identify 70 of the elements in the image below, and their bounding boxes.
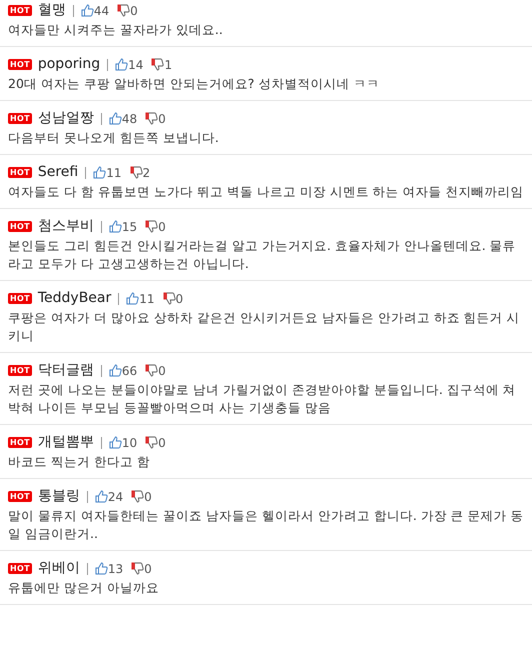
- thumbs-up-icon[interactable]: [115, 58, 128, 71]
- thumbs-up-icon[interactable]: [94, 562, 108, 575]
- like-count: 48: [122, 110, 138, 128]
- hot-badge: HOT: [8, 437, 32, 448]
- hot-badge: HOT: [8, 221, 32, 232]
- comment-text: 본인들도 그리 힘든건 안시킬거라는걸 알고 가는거지요. 효율자체가 안나올텐데요. 물류라고 모두가 다 고생고생하는건 아닙니다.: [8, 237, 517, 273]
- author-name: 통블링: [38, 487, 80, 506]
- dislike-count: 0: [144, 560, 152, 578]
- author-name: 위베이: [38, 559, 80, 578]
- thumbs-up-icon[interactable]: [108, 220, 122, 233]
- comment-text: 여자들만 시켜주는 꿀자라가 있데요..: [8, 21, 224, 39]
- author-name: 개털뽐뿌: [38, 433, 94, 452]
- author-name: 닥터글램: [38, 361, 94, 380]
- dislike-count: 2: [142, 164, 150, 182]
- comment-text: 유툽에만 많은거 아닐까요: [8, 579, 160, 597]
- dislike-count: 0: [158, 362, 166, 380]
- dislike-count: 0: [158, 434, 166, 452]
- hot-badge: HOT: [8, 293, 32, 304]
- thumbs-up-icon[interactable]: [94, 490, 108, 503]
- thumbs-up-icon[interactable]: [108, 112, 122, 125]
- comment-text: 말이 물류지 여자들한테는 꿀이죠 남자들은 헬이라서 안가려고 합니다. 가장 큰 문제가 동일 임금이란거..: [8, 507, 524, 543]
- dislike-count: 0: [144, 488, 152, 506]
- author-name: Serefi: [38, 163, 78, 182]
- thumbs-down-icon[interactable]: [162, 292, 176, 305]
- thumbs-up-icon[interactable]: [108, 364, 122, 377]
- author-name: 첨스부비: [38, 217, 94, 236]
- like-count: 13: [108, 560, 124, 578]
- thumbs-up-icon[interactable]: [108, 436, 122, 449]
- thumbs-down-icon[interactable]: [145, 364, 158, 377]
- thumbs-up-icon[interactable]: [93, 166, 106, 179]
- thumbs-down-icon[interactable]: [145, 220, 158, 233]
- comment-text: 여자들도 다 함 유툽보면 노가다 뛰고 벽돌 나르고 미장 시멘트 하는 여자들 천지빼까리임: [8, 183, 524, 201]
- hot-badge: HOT: [8, 167, 32, 178]
- comment-text: 저런 곳에 나오는 분들이야말로 남녀 가릴거없이 존경받아야할 분들입니다. 집구석에 쳐박혀 나이든 부모님 등꼴빨아먹으며 사는 기생충들 많음: [8, 381, 517, 417]
- like-count: 11: [106, 164, 122, 182]
- dislike-count: 0: [158, 110, 166, 128]
- like-count: 15: [122, 218, 138, 236]
- like-count: 44: [94, 2, 110, 20]
- hot-badge: HOT: [8, 5, 32, 16]
- author-name: 성남얼짱: [38, 109, 94, 128]
- like-count: 10: [122, 434, 138, 452]
- thumbs-up-icon[interactable]: [126, 292, 140, 305]
- thumbs-down-icon[interactable]: [130, 166, 143, 179]
- dislike-count: 0: [176, 290, 184, 308]
- hot-badge: HOT: [8, 113, 32, 124]
- thumbs-down-icon[interactable]: [131, 490, 144, 503]
- author-name: poporing: [38, 55, 100, 74]
- thumbs-down-icon[interactable]: [145, 436, 158, 449]
- hot-badge: HOT: [8, 365, 32, 376]
- thumbs-down-icon[interactable]: [131, 562, 144, 575]
- comment-text: 쿠팡은 여자가 더 많아요 상하차 같은건 안시키거든요 남자들은 안가려고 하죠 힘든거 시키니: [8, 309, 521, 345]
- thumbs-down-icon[interactable]: [117, 4, 130, 17]
- hot-badge: HOT: [8, 491, 32, 502]
- like-count: 66: [122, 362, 138, 380]
- author-name: TeddyBear: [38, 289, 112, 308]
- thumbs-down-icon[interactable]: [151, 58, 164, 71]
- comment-text: 다음부터 못나오게 힘든쪽 보냅니다.: [8, 129, 220, 147]
- hot-badge: HOT: [8, 563, 32, 574]
- like-count: 11: [139, 290, 155, 308]
- comment-text: 바코드 찍는거 한다고 함: [8, 453, 151, 471]
- like-count: 24: [108, 488, 124, 506]
- author-name: 혈맹: [38, 1, 66, 20]
- thumbs-up-icon[interactable]: [80, 4, 94, 17]
- thumbs-down-icon[interactable]: [145, 112, 158, 125]
- like-count: 14: [128, 56, 144, 74]
- hot-badge: HOT: [8, 59, 32, 70]
- comment-text: 20대 여자는 쿠팡 알바하면 안되는거에요? 성차별적이시네 ㅋㅋ: [8, 75, 380, 93]
- dislike-count: 0: [130, 2, 138, 20]
- dislike-count: 0: [158, 218, 166, 236]
- dislike-count: 1: [164, 56, 172, 74]
